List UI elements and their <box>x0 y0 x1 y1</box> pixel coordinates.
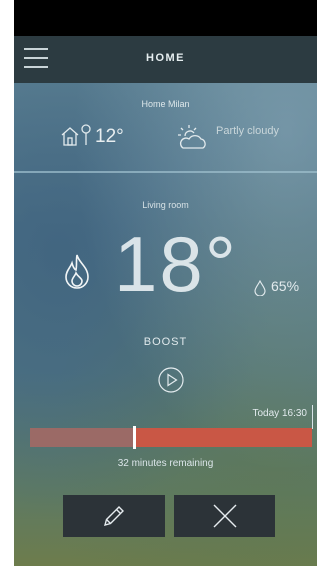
boost-remaining-time: 32 minutes remaining <box>117 458 214 469</box>
progress-marker <box>133 426 136 449</box>
section-divider <box>14 171 317 173</box>
progress-elapsed <box>30 428 134 447</box>
home-thermometer-icon <box>61 124 91 146</box>
play-circle-icon[interactable] <box>158 367 184 393</box>
boost-label: BOOST <box>143 336 188 348</box>
status-bar <box>14 0 317 36</box>
pencil-icon <box>104 506 124 526</box>
progress-end-tick <box>312 405 313 429</box>
flame-icon <box>65 254 89 289</box>
outdoor-temperature: 12° <box>95 126 124 147</box>
room-name: Living room <box>142 200 189 210</box>
water-drop-icon <box>254 280 266 296</box>
partly-cloudy-icon <box>178 125 206 149</box>
boost-progress-bar <box>30 426 312 449</box>
weather-condition: Partly cloudy <box>216 125 279 137</box>
boost-end-time: Today 16:30 <box>252 408 308 419</box>
edit-button[interactable] <box>63 495 165 537</box>
close-icon <box>213 504 236 528</box>
page-title: HOME <box>146 52 185 64</box>
humidity-value: 65% <box>271 278 300 294</box>
app-screen: HOME Home Milan 12° Partly cloudy Living… <box>14 0 317 566</box>
weather-summary: Home Milan 12° Partly cloudy <box>14 83 317 171</box>
home-location: Home Milan <box>141 99 190 109</box>
room-temperature: 18° <box>114 220 238 308</box>
cancel-boost-button[interactable] <box>174 495 275 537</box>
thermostat-panel: Home Milan 12° Partly cloudy Living room <box>14 83 317 566</box>
top-app-bar: HOME <box>14 36 317 83</box>
